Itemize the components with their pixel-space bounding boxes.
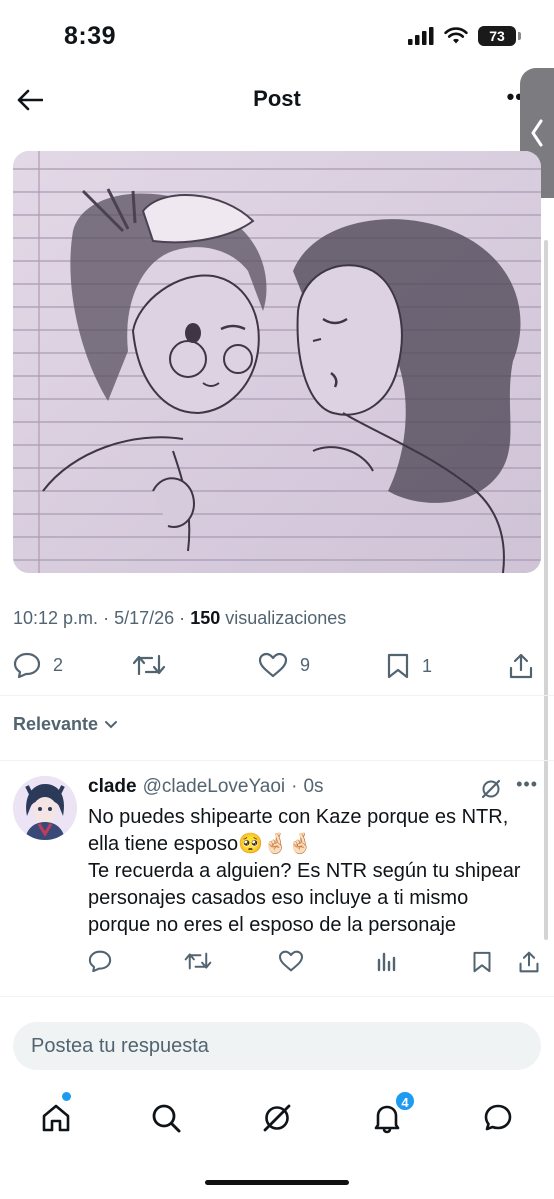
reply-count: 2 [53, 654, 64, 675]
reply-compose-input[interactable]: Postea tu respuesta [13, 1022, 541, 1070]
post-actions: 2 9 1 [0, 646, 554, 688]
reply-bookmark-button[interactable] [472, 950, 492, 979]
like-button[interactable]: 9 [258, 652, 310, 678]
share-icon [519, 951, 539, 973]
avatar[interactable] [13, 776, 77, 840]
sketch-drawing [13, 151, 541, 573]
notifications-badge: 4 [394, 1090, 416, 1112]
bookmark-icon [387, 653, 409, 679]
status-time: 8:39 [64, 22, 117, 50]
header: Post •• [0, 70, 554, 128]
sort-label: Relevante [13, 714, 99, 734]
divider [0, 695, 554, 696]
reply-actions [88, 950, 544, 978]
wifi-icon [444, 27, 468, 44]
tab-search[interactable] [146, 1098, 186, 1138]
repost-icon [184, 952, 212, 970]
bottom-tab-bar: 4 [0, 1090, 554, 1146]
analytics-icon [377, 952, 396, 972]
reply-age: 0s [303, 776, 324, 797]
like-count: 9 [300, 654, 311, 675]
reply-line: ella tiene esposo🥺🤞🏻🤞🏻 [88, 833, 313, 855]
reply-views-button[interactable] [376, 950, 398, 977]
page-title: Post [253, 86, 301, 111]
reply-reply-button[interactable] [88, 950, 112, 977]
grok-icon [481, 779, 501, 799]
chevron-left-icon [531, 119, 543, 147]
message-icon [484, 1104, 512, 1131]
post-date: 5/17/26 [114, 608, 175, 628]
bookmark-button[interactable]: 1 [386, 652, 432, 680]
reply-item[interactable]: clade @cladeLoveYaoi · 0s ••• No puedes … [0, 760, 554, 996]
reply-author-name[interactable]: clade [88, 776, 137, 798]
reply-header: clade @cladeLoveYaoi · 0s [88, 776, 324, 798]
home-unread-dot [62, 1092, 71, 1101]
home-indicator [205, 1180, 349, 1185]
tab-home[interactable] [36, 1098, 76, 1138]
chevron-down-icon [105, 720, 118, 728]
battery-level: 73 [489, 28, 505, 44]
reply-author-handle[interactable]: @cladeLoveYaoi [143, 776, 286, 798]
reply-line: porque no eres el esposo de la personaje [88, 914, 457, 936]
reply-icon [88, 950, 112, 973]
heart-icon [278, 950, 304, 972]
reply-like-button[interactable] [278, 950, 304, 977]
grok-icon [263, 1104, 291, 1132]
reply-line: personajes casados eso incluye a ti mism… [88, 887, 469, 909]
views-count: 150 [190, 608, 221, 628]
grok-button[interactable] [480, 778, 502, 805]
battery-icon: 73 [478, 26, 521, 46]
reply-more-button[interactable]: ••• [516, 774, 538, 795]
reply-line: Te recuerda a alguien? Es NTR según tu s… [88, 860, 521, 882]
reply-line: No puedes shipearte con Kaze porque es N… [88, 806, 509, 828]
views-label: visualizaciones [225, 608, 347, 628]
heart-icon [258, 652, 288, 678]
reply-share-button[interactable] [518, 950, 540, 979]
share-icon [509, 653, 533, 679]
reply-text: No puedes shipearte con Kaze porque es N… [88, 804, 548, 939]
home-icon [42, 1104, 70, 1132]
status-icons: 73 [408, 26, 521, 46]
bookmark-icon [473, 951, 491, 973]
post-image[interactable] [13, 151, 541, 573]
avatar-drawing [13, 776, 77, 840]
reply-button[interactable]: 2 [13, 652, 63, 678]
repost-button[interactable] [132, 652, 178, 678]
tab-messages[interactable] [478, 1098, 518, 1138]
bookmark-count: 1 [422, 655, 433, 676]
sort-selector[interactable]: Relevante [13, 714, 118, 735]
search-icon [152, 1104, 181, 1133]
tab-grok[interactable] [257, 1098, 297, 1138]
reply-icon [13, 652, 41, 678]
repost-icon [132, 654, 166, 676]
status-bar: 8:39 73 [0, 0, 554, 70]
divider [0, 996, 554, 997]
share-button[interactable] [508, 652, 534, 680]
reply-repost-button[interactable] [184, 950, 212, 977]
signal-icon [408, 27, 434, 45]
post-meta: 10:12 p.m. · 5/17/26 · 150 visualizacion… [13, 608, 347, 628]
post-time: 10:12 p.m. [13, 608, 99, 628]
